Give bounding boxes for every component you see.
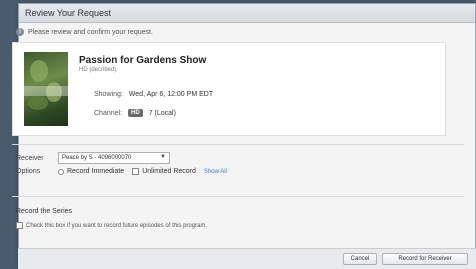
receiver-select[interactable]: Peace by S - 4096000070 ▼ [58, 152, 170, 164]
channel-row: Channel: HD 7 (Local) [94, 109, 176, 117]
options-label: Options [16, 168, 41, 175]
showing-row: Showing: Wed, Apr 6, 12:00 PM EDT [94, 91, 213, 98]
show-all-link[interactable]: Show All [204, 169, 227, 175]
options-row: Options Record Immediate Unlimited Recor… [16, 168, 227, 175]
cancel-button[interactable]: Cancel [343, 253, 377, 265]
program-card [12, 42, 446, 136]
dialog-titlebar: Review Your Request [19, 4, 475, 23]
unlimited-record-option[interactable]: Unlimited Record [132, 168, 196, 175]
record-series-title: Record the Series [16, 208, 73, 215]
showing-label: Showing: [94, 91, 123, 98]
checkbox[interactable] [132, 168, 140, 175]
program-subtitle: HD (decribed) [79, 67, 117, 73]
receiver-label: Receiver [16, 154, 44, 162]
radio-button[interactable] [58, 168, 64, 175]
review-notice: i Please review and confirm your request… [16, 28, 153, 36]
divider [12, 144, 464, 145]
channel-value: 7 (Local) [148, 109, 176, 117]
receiver-row: Receiver Peace by S - 4096000070 ▼ [16, 152, 170, 164]
hd-badge: HD [128, 109, 143, 117]
divider [12, 196, 464, 197]
channel-label: Channel: [94, 109, 123, 117]
unlimited-record-label: Unlimited Record [142, 168, 196, 175]
dialog-title: Review Your Request [25, 8, 112, 18]
record-series-label: Check this box if you want to record fut… [26, 222, 208, 229]
showing-value: Wed, Apr 6, 12:00 PM EDT [128, 91, 214, 98]
info-icon: i [16, 28, 24, 36]
receiver-select-value: Peace by S - 4096000070 [62, 155, 132, 161]
program-title: Passion for Gardens Show [79, 55, 207, 66]
record-button[interactable]: Record for Receiver [382, 253, 468, 265]
chevron-down-icon: ▼ [160, 154, 166, 160]
record-immediate-option[interactable]: Record Immediate [58, 168, 124, 175]
program-poster-image [24, 52, 68, 126]
record-series-row[interactable]: Check this box if you want to record fut… [16, 222, 207, 229]
review-notice-text: Please review and confirm your request. [28, 28, 153, 36]
dialog-footer: Cancel Record for Receiver [18, 248, 476, 269]
record-series-checkbox[interactable] [16, 222, 23, 229]
record-immediate-label: Record Immediate [67, 168, 125, 175]
